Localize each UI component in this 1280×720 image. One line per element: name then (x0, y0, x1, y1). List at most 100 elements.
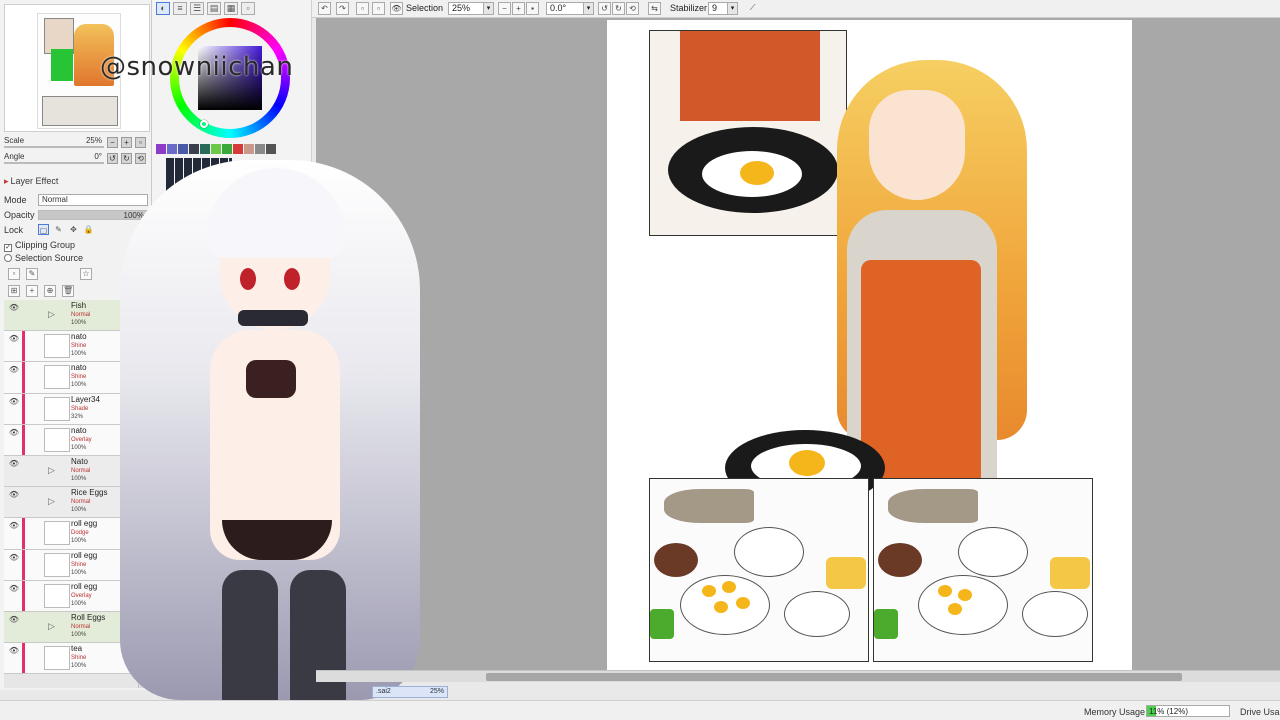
folder-expand-icon[interactable]: ▷ (48, 496, 55, 507)
angle-track[interactable] (4, 162, 104, 164)
layer-row[interactable]: 👁 roll egg Overlay 100% (4, 580, 138, 612)
rotate-ccw-icon[interactable]: ↺ (598, 2, 611, 15)
layer-menu-icon[interactable]: ⋯ (132, 285, 144, 297)
zoom-out-toolbar-icon[interactable]: − (498, 2, 511, 15)
layer-row[interactable]: 👁 tea Shine 100% (4, 643, 138, 675)
rotation-select[interactable]: 0.0° ▾ (546, 2, 594, 15)
visibility-eye-icon[interactable]: 👁 (8, 303, 20, 313)
visibility-eye-icon[interactable]: 👁 (8, 615, 20, 625)
stabilizer-select[interactable]: 9 ▾ (708, 2, 738, 15)
scale-track[interactable] (4, 146, 104, 148)
color-wheel-tab-icon[interactable]: ◐ (156, 2, 170, 15)
zoom-select[interactable]: 25% ▾ (448, 2, 494, 15)
new-linework-icon[interactable]: ✎ (26, 268, 38, 280)
brush-tab[interactable]: Bas (156, 224, 180, 234)
brush-size-25[interactable] (166, 608, 178, 620)
redo-icon[interactable]: ↷ (336, 2, 349, 15)
brush-size-50[interactable] (268, 608, 280, 620)
visibility-eye-icon[interactable]: 👁 (8, 490, 20, 500)
zoom-in-toolbar-icon[interactable]: + (512, 2, 525, 15)
canvas-viewport[interactable] (316, 18, 1280, 670)
visibility-eye-icon[interactable]: 👁 (8, 584, 20, 594)
rotate-right-button[interactable]: ↻ (121, 153, 132, 164)
swatch-list-tab-icon[interactable]: ▤ (207, 2, 221, 15)
flip-horizontal-icon[interactable]: ⇆ (648, 2, 661, 15)
undo-icon[interactable]: ↶ (318, 2, 331, 15)
layer-effect-header[interactable]: ▸ Layer Effect (4, 176, 58, 187)
layer-row[interactable]: 👁 ▷ Roll Eggs Normal 100% (4, 611, 138, 644)
delete-layer-icon[interactable]: 🗑 (62, 285, 74, 297)
document-tab[interactable]: .sai2 25% (372, 686, 448, 698)
brush-size-160[interactable] (165, 656, 179, 670)
visibility-eye-icon[interactable]: 👁 (8, 334, 20, 344)
hue-selector-handle[interactable] (200, 120, 208, 128)
swatch-slate[interactable] (189, 144, 199, 154)
blend-mode-select[interactable]: Normal (38, 194, 148, 206)
layer-list-scroll-thumb[interactable] (140, 340, 147, 380)
swatch-gray[interactable] (255, 144, 265, 154)
hsv-slider-tab-icon[interactable]: ☰ (190, 2, 204, 15)
deselect-icon[interactable]: ▫ (356, 2, 369, 15)
swatch-violet[interactable] (167, 144, 177, 154)
layer-row[interactable]: 👁 roll egg Dodge 100% (4, 518, 138, 550)
invert-selection-icon[interactable]: ▫ (372, 2, 385, 15)
brush-size-60[interactable] (166, 632, 179, 645)
visibility-eye-icon[interactable]: 👁 (8, 397, 20, 407)
swatch-dark-green[interactable] (222, 144, 232, 154)
swatch-skin[interactable] (244, 144, 254, 154)
layer-row[interactable]: 👁 nato Overlay 100% (4, 424, 138, 456)
selection-visibility-icon[interactable]: 👁 (390, 2, 403, 15)
zoom-fit-icon[interactable]: ▪ (526, 2, 539, 15)
layer-effect-icon[interactable]: ☆ (80, 268, 92, 280)
clipping-group-checkbox[interactable]: ✓ Clipping Group (4, 240, 75, 252)
zoom-reset-button[interactable]: ▫ (135, 137, 146, 148)
zoom-in-button[interactable]: + (121, 137, 132, 148)
lock-move-icon[interactable]: ✥ (68, 224, 79, 235)
layer-row[interactable]: 👁 nato Shine 100% (4, 362, 138, 394)
visibility-eye-icon[interactable]: 👁 (8, 365, 20, 375)
lock-paint-icon[interactable]: ✎ (53, 224, 64, 235)
canvas-scroll-thumb[interactable] (486, 673, 1182, 681)
angle-slider[interactable]: Angle 0° (4, 151, 104, 165)
visibility-eye-icon[interactable]: 👁 (8, 646, 20, 656)
lock-all-icon[interactable]: 🔒 (83, 224, 94, 235)
opacity-slider[interactable]: 100% (38, 210, 148, 220)
zoom-out-button[interactable]: − (107, 137, 118, 148)
add-layer-icon[interactable]: + (26, 285, 38, 297)
palette-grid-tab-icon[interactable]: ▦ (224, 2, 238, 15)
folder-expand-icon[interactable]: ▷ (48, 309, 55, 320)
visibility-eye-icon[interactable]: 👁 (8, 553, 20, 563)
merge-layer-icon[interactable]: ⊕ (44, 285, 56, 297)
layer-row[interactable]: 👁 ▷ Nato Normal 100% (4, 455, 138, 488)
layer-list[interactable]: 👁 ▷ Fish Normal 100% 👁 nato Shine 100% 👁 nato Shine… (4, 300, 138, 688)
swatch-dark-gray[interactable] (266, 144, 276, 154)
visibility-eye-icon[interactable]: 👁 (8, 459, 20, 469)
lock-transparency-icon[interactable]: ▢ (38, 224, 49, 235)
scratchpad-tab-icon[interactable]: ▫ (241, 2, 255, 15)
layer-settings-icon[interactable]: ▪ (132, 268, 144, 280)
visibility-eye-icon[interactable]: 👁 (8, 521, 20, 531)
folder-expand-icon[interactable]: ▷ (48, 465, 55, 476)
layer-row[interactable]: 👁 Layer34 Shade 32% (4, 393, 138, 425)
color-palette-grid[interactable] (166, 158, 232, 200)
swatch-red[interactable] (233, 144, 243, 154)
swatch-teal[interactable] (200, 144, 210, 154)
layer-list-scrollbar[interactable] (138, 300, 148, 688)
visibility-eye-icon[interactable]: 👁 (8, 428, 20, 438)
rotate-reset-toolbar-icon[interactable]: ⟲ (626, 2, 639, 15)
rotate-cw-icon[interactable]: ↻ (612, 2, 625, 15)
new-layer-icon[interactable]: ▫ (8, 268, 20, 280)
layer-row[interactable]: 👁 roll egg Shine 100% (4, 549, 138, 581)
canvas-horizontal-scrollbar[interactable] (316, 670, 1280, 682)
ruler-line-icon[interactable]: ⟋ (746, 2, 759, 15)
swatch-green[interactable] (211, 144, 221, 154)
new-folder-icon[interactable]: ⊞ (8, 285, 20, 297)
scale-slider[interactable]: Scale 25% (4, 135, 104, 149)
rotate-left-button[interactable]: ↺ (107, 153, 118, 164)
layer-row[interactable]: 👁 ▷ Rice Eggs Normal 100% (4, 487, 138, 519)
swatch-purple[interactable] (156, 144, 166, 154)
selection-source-radio[interactable]: Selection Source (4, 253, 83, 263)
artwork-canvas[interactable] (607, 20, 1132, 670)
layer-row[interactable]: 👁 ▷ Fish Normal 100% (4, 300, 138, 332)
rotate-reset-button[interactable]: ⟲ (135, 153, 146, 164)
